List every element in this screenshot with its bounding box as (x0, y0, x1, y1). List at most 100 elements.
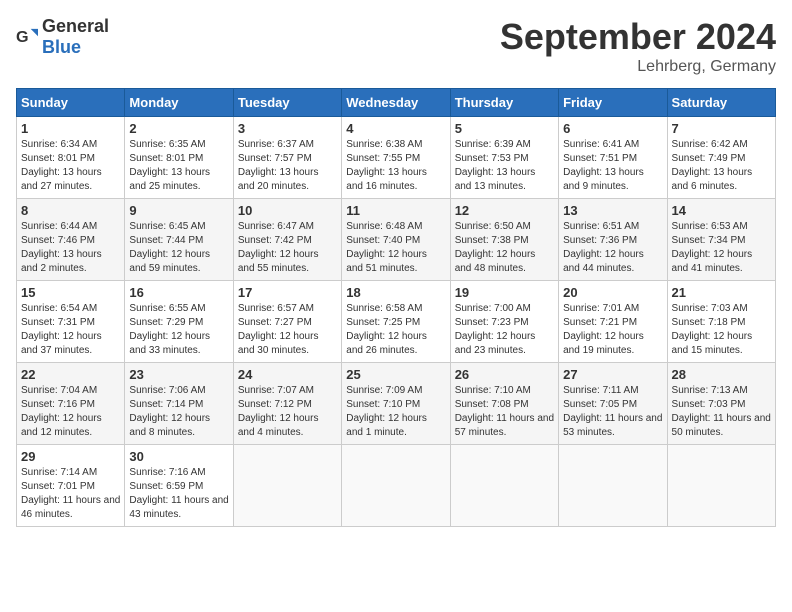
day-info: Sunrise: 7:01 AMSunset: 7:21 PMDaylight:… (563, 302, 662, 358)
day-info: Sunrise: 6:51 AMSunset: 7:36 PMDaylight:… (563, 220, 662, 276)
table-row: 20 Sunrise: 7:01 AMSunset: 7:21 PMDaylig… (559, 281, 667, 363)
day-info: Sunrise: 6:48 AMSunset: 7:40 PMDaylight:… (346, 220, 445, 276)
month-title: September 2024 (500, 16, 776, 58)
day-number: 2 (129, 121, 228, 136)
col-monday: Monday (125, 89, 233, 117)
table-row: 21 Sunrise: 7:03 AMSunset: 7:18 PMDaylig… (667, 281, 775, 363)
table-row: 22 Sunrise: 7:04 AMSunset: 7:16 PMDaylig… (17, 363, 125, 445)
table-row: 5 Sunrise: 6:39 AMSunset: 7:53 PMDayligh… (450, 117, 558, 199)
day-number: 26 (455, 367, 554, 382)
day-number: 6 (563, 121, 662, 136)
day-number: 7 (672, 121, 771, 136)
day-number: 22 (21, 367, 120, 382)
col-thursday: Thursday (450, 89, 558, 117)
logo-blue: Blue (42, 37, 81, 57)
day-info: Sunrise: 7:06 AMSunset: 7:14 PMDaylight:… (129, 384, 228, 440)
table-row: 24 Sunrise: 7:07 AMSunset: 7:12 PMDaylig… (233, 363, 341, 445)
table-row: 17 Sunrise: 6:57 AMSunset: 7:27 PMDaylig… (233, 281, 341, 363)
day-number: 8 (21, 203, 120, 218)
day-info: Sunrise: 6:57 AMSunset: 7:27 PMDaylight:… (238, 302, 337, 358)
day-number: 30 (129, 449, 228, 464)
table-row: 25 Sunrise: 7:09 AMSunset: 7:10 PMDaylig… (342, 363, 450, 445)
table-row: 12 Sunrise: 6:50 AMSunset: 7:38 PMDaylig… (450, 199, 558, 281)
day-info: Sunrise: 7:14 AMSunset: 7:01 PMDaylight:… (21, 466, 120, 522)
table-row: 10 Sunrise: 6:47 AMSunset: 7:42 PMDaylig… (233, 199, 341, 281)
table-row: 19 Sunrise: 7:00 AMSunset: 7:23 PMDaylig… (450, 281, 558, 363)
day-info: Sunrise: 6:45 AMSunset: 7:44 PMDaylight:… (129, 220, 228, 276)
day-number: 16 (129, 285, 228, 300)
day-number: 23 (129, 367, 228, 382)
day-info: Sunrise: 7:04 AMSunset: 7:16 PMDaylight:… (21, 384, 120, 440)
day-info: Sunrise: 7:09 AMSunset: 7:10 PMDaylight:… (346, 384, 445, 440)
table-row: 4 Sunrise: 6:38 AMSunset: 7:55 PMDayligh… (342, 117, 450, 199)
calendar-row: 8 Sunrise: 6:44 AMSunset: 7:46 PMDayligh… (17, 199, 776, 281)
day-info: Sunrise: 7:10 AMSunset: 7:08 PMDaylight:… (455, 384, 554, 440)
day-number: 1 (21, 121, 120, 136)
calendar-row: 1 Sunrise: 6:34 AMSunset: 8:01 PMDayligh… (17, 117, 776, 199)
table-row: 7 Sunrise: 6:42 AMSunset: 7:49 PMDayligh… (667, 117, 775, 199)
table-row: 30 Sunrise: 7:16 AMSunset: 6:59 PMDaylig… (125, 445, 233, 527)
table-row: 11 Sunrise: 6:48 AMSunset: 7:40 PMDaylig… (342, 199, 450, 281)
location-title: Lehrberg, Germany (500, 58, 776, 76)
table-row: 9 Sunrise: 6:45 AMSunset: 7:44 PMDayligh… (125, 199, 233, 281)
logo-general: General (42, 16, 109, 36)
table-row: 15 Sunrise: 6:54 AMSunset: 7:31 PMDaylig… (17, 281, 125, 363)
day-number: 5 (455, 121, 554, 136)
day-info: Sunrise: 6:58 AMSunset: 7:25 PMDaylight:… (346, 302, 445, 358)
day-number: 27 (563, 367, 662, 382)
table-row: 13 Sunrise: 6:51 AMSunset: 7:36 PMDaylig… (559, 199, 667, 281)
day-info: Sunrise: 7:07 AMSunset: 7:12 PMDaylight:… (238, 384, 337, 440)
day-info: Sunrise: 6:53 AMSunset: 7:34 PMDaylight:… (672, 220, 771, 276)
col-friday: Friday (559, 89, 667, 117)
day-number: 9 (129, 203, 228, 218)
day-info: Sunrise: 6:55 AMSunset: 7:29 PMDaylight:… (129, 302, 228, 358)
day-info: Sunrise: 6:37 AMSunset: 7:57 PMDaylight:… (238, 138, 337, 194)
day-number: 19 (455, 285, 554, 300)
day-info: Sunrise: 7:13 AMSunset: 7:03 PMDaylight:… (672, 384, 771, 440)
svg-text:G: G (16, 28, 29, 46)
day-info: Sunrise: 6:41 AMSunset: 7:51 PMDaylight:… (563, 138, 662, 194)
day-info: Sunrise: 6:39 AMSunset: 7:53 PMDaylight:… (455, 138, 554, 194)
table-row: 3 Sunrise: 6:37 AMSunset: 7:57 PMDayligh… (233, 117, 341, 199)
day-info: Sunrise: 7:03 AMSunset: 7:18 PMDaylight:… (672, 302, 771, 358)
table-row: 14 Sunrise: 6:53 AMSunset: 7:34 PMDaylig… (667, 199, 775, 281)
table-row (450, 445, 558, 527)
day-number: 29 (21, 449, 120, 464)
day-number: 11 (346, 203, 445, 218)
table-row: 1 Sunrise: 6:34 AMSunset: 8:01 PMDayligh… (17, 117, 125, 199)
table-row: 27 Sunrise: 7:11 AMSunset: 7:05 PMDaylig… (559, 363, 667, 445)
day-info: Sunrise: 7:11 AMSunset: 7:05 PMDaylight:… (563, 384, 662, 440)
day-number: 15 (21, 285, 120, 300)
day-number: 14 (672, 203, 771, 218)
calendar-body: 1 Sunrise: 6:34 AMSunset: 8:01 PMDayligh… (17, 117, 776, 527)
calendar-row: 22 Sunrise: 7:04 AMSunset: 7:16 PMDaylig… (17, 363, 776, 445)
col-wednesday: Wednesday (342, 89, 450, 117)
logo-text: General Blue (42, 16, 109, 58)
day-number: 18 (346, 285, 445, 300)
col-sunday: Sunday (17, 89, 125, 117)
day-info: Sunrise: 7:16 AMSunset: 6:59 PMDaylight:… (129, 466, 228, 522)
table-row: 8 Sunrise: 6:44 AMSunset: 7:46 PMDayligh… (17, 199, 125, 281)
day-info: Sunrise: 6:34 AMSunset: 8:01 PMDaylight:… (21, 138, 120, 194)
day-number: 28 (672, 367, 771, 382)
col-tuesday: Tuesday (233, 89, 341, 117)
day-info: Sunrise: 6:54 AMSunset: 7:31 PMDaylight:… (21, 302, 120, 358)
day-info: Sunrise: 6:42 AMSunset: 7:49 PMDaylight:… (672, 138, 771, 194)
day-number: 3 (238, 121, 337, 136)
table-row (233, 445, 341, 527)
logo-icon: G (16, 26, 38, 48)
day-info: Sunrise: 6:35 AMSunset: 8:01 PMDaylight:… (129, 138, 228, 194)
header: G General Blue September 2024 Lehrberg, … (16, 16, 776, 76)
day-info: Sunrise: 6:44 AMSunset: 7:46 PMDaylight:… (21, 220, 120, 276)
header-row: Sunday Monday Tuesday Wednesday Thursday… (17, 89, 776, 117)
day-number: 20 (563, 285, 662, 300)
table-row: 16 Sunrise: 6:55 AMSunset: 7:29 PMDaylig… (125, 281, 233, 363)
title-area: September 2024 Lehrberg, Germany (500, 16, 776, 76)
day-info: Sunrise: 6:50 AMSunset: 7:38 PMDaylight:… (455, 220, 554, 276)
day-number: 4 (346, 121, 445, 136)
table-row (559, 445, 667, 527)
day-number: 13 (563, 203, 662, 218)
table-row (342, 445, 450, 527)
day-info: Sunrise: 6:38 AMSunset: 7:55 PMDaylight:… (346, 138, 445, 194)
calendar-row: 29 Sunrise: 7:14 AMSunset: 7:01 PMDaylig… (17, 445, 776, 527)
